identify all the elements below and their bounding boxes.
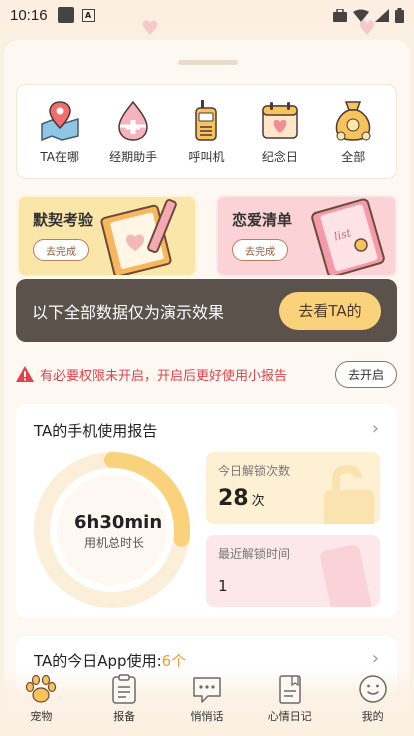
- promo-complete-button[interactable]: 去完成: [232, 239, 288, 261]
- phone-usage-report-card[interactable]: TA的手机使用报告 › 6h30min 用机总时长 今日解锁次数 28 次 最近解…: [16, 404, 397, 618]
- feature-walkie-talkie[interactable]: 呼叫机: [175, 98, 237, 165]
- tab-report[interactable]: 报备: [92, 674, 156, 724]
- recent-unlock-label: 最近解锁时间: [218, 547, 291, 561]
- tab-label: 我的: [361, 710, 384, 723]
- app-usage-title: TA的今日App使用:6个: [34, 650, 186, 671]
- unlock-count-label: 今日解锁次数: [218, 464, 291, 478]
- money-bag-icon: [336, 101, 371, 141]
- battery-icon: [395, 7, 404, 23]
- permission-warning-text: 有必要权限未开启，开启后更好使用小报告: [40, 368, 288, 384]
- feature-anniversary[interactable]: 纪念日: [249, 98, 311, 165]
- tab-label: 报备: [113, 710, 136, 723]
- promo-love-list[interactable]: 恋爱清单 去完成 list: [216, 195, 397, 277]
- feature-ta-location[interactable]: TA在哪: [29, 98, 91, 165]
- feature-label: 全部: [341, 150, 366, 164]
- briefcase-icon: [333, 8, 347, 22]
- walkie-talkie-icon: [195, 100, 218, 141]
- feature-grid: TA在哪 经期助手 呼叫机 纪念日 全部: [16, 84, 397, 179]
- unlock-count-number: 28: [218, 486, 249, 511]
- promo-title: 恋爱清单: [232, 211, 293, 229]
- unlock-count-box: 今日解锁次数 28 次: [206, 452, 380, 524]
- bottom-tab-bar: 宠物 报备 悄悄话 心情日记 我的: [0, 670, 414, 736]
- feature-period-assistant[interactable]: 经期助手: [102, 98, 164, 165]
- enable-permission-button[interactable]: 去开启: [335, 360, 397, 388]
- tab-whisper[interactable]: 悄悄话: [175, 674, 239, 724]
- permission-warning: 有必要权限未开启，开启后更好使用小报告 去开启: [16, 360, 397, 388]
- status-time: 10:16: [10, 6, 48, 24]
- demo-notice-text: 以下全部数据仅为演示效果: [32, 302, 225, 322]
- notification-icon: [57, 7, 74, 23]
- tab-label: 悄悄话: [190, 710, 224, 723]
- feature-all[interactable]: 全部: [322, 98, 384, 165]
- recent-unlock-value: 1: [218, 577, 228, 595]
- tab-label: 心情日记: [267, 710, 312, 723]
- status-bar: 10:16 A: [0, 0, 414, 30]
- signal-icon: [375, 8, 389, 22]
- tab-pet[interactable]: 宠物: [9, 674, 73, 724]
- feature-label: 纪念日: [261, 150, 298, 164]
- chevron-right-icon[interactable]: ›: [372, 418, 379, 439]
- demo-notice-banner: 以下全部数据仅为演示效果 去看TA的: [16, 279, 397, 342]
- feature-label: TA在哪: [40, 150, 79, 164]
- promo-title: 默契考验: [33, 211, 94, 229]
- recent-unlock-box: 最近解锁时间 1: [206, 535, 380, 607]
- chat-bubble-icon: [193, 677, 221, 703]
- smiley-icon: [358, 675, 387, 703]
- clipboard-pencil-icon: [100, 198, 177, 275]
- report-title: TA的手机使用报告: [34, 422, 158, 440]
- clipboard-icon: [112, 674, 136, 704]
- tab-mine[interactable]: 我的: [341, 674, 405, 724]
- calendar-heart-icon: [262, 102, 298, 139]
- heart-decoration-icon: ♥: [141, 16, 159, 40]
- phone-icon: [320, 544, 372, 607]
- sheet-handle[interactable]: [178, 60, 238, 65]
- diary-icon: [279, 675, 301, 704]
- tab-mood-diary[interactable]: 心情日记: [258, 674, 322, 724]
- drop-plus-icon: [118, 100, 148, 141]
- notebook-list-icon: list: [311, 198, 385, 275]
- unlock-count-value: 28 次: [218, 486, 265, 511]
- promo-complete-button[interactable]: 去完成: [33, 239, 89, 261]
- usage-total-value: 6h30min: [74, 512, 163, 533]
- heart-decoration-icon: ♥: [358, 16, 376, 40]
- warning-icon: [16, 366, 34, 382]
- usage-total-label: 用机总时长: [83, 536, 144, 550]
- feature-label: 呼叫机: [188, 150, 225, 164]
- view-ta-button[interactable]: 去看TA的: [279, 291, 381, 330]
- a-notification-icon: A: [81, 8, 95, 22]
- unlock-count-unit: 次: [251, 494, 265, 509]
- promo-tacit-test[interactable]: 默契考验 去完成: [17, 195, 197, 277]
- chevron-right-icon[interactable]: ›: [372, 648, 379, 669]
- app-usage-title-text: TA的今日App使用:: [34, 652, 162, 670]
- paw-icon: [26, 674, 57, 703]
- padlock-icon: [324, 465, 374, 524]
- app-usage-count: 6个: [161, 652, 187, 670]
- feature-label: 经期助手: [109, 150, 158, 164]
- tab-label: 宠物: [30, 710, 53, 723]
- map-pin-icon: [40, 101, 79, 142]
